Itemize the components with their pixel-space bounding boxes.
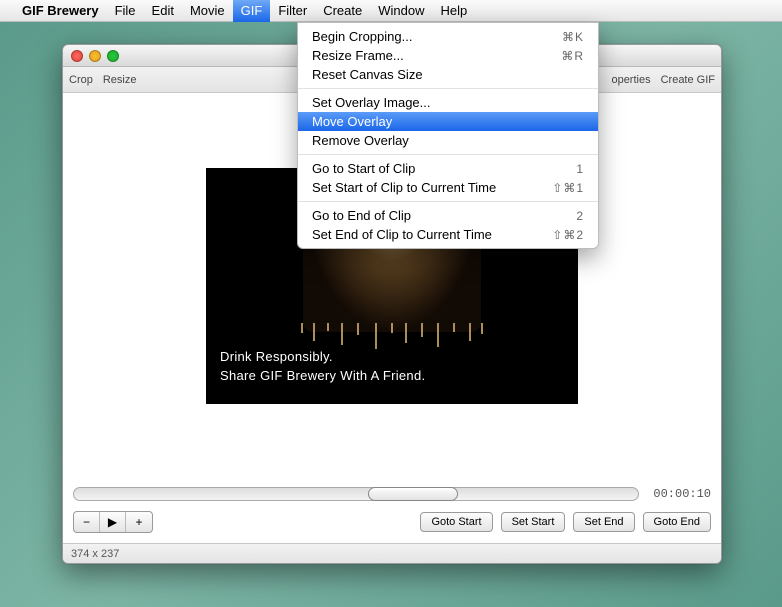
overlay-line-1: Drink Responsibly. bbox=[220, 348, 425, 367]
step-forward-button[interactable]: + bbox=[126, 512, 152, 532]
menuitem-move-overlay[interactable]: Move Overlay bbox=[298, 112, 598, 131]
toolbar-create-gif[interactable]: Create GIF bbox=[661, 74, 715, 86]
menuitem-set-start-of-clip[interactable]: Set Start of Clip to Current Time ⇧⌘1 bbox=[298, 178, 598, 197]
menuitem-label: Go to Start of Clip bbox=[312, 161, 576, 176]
timeline-thumb[interactable] bbox=[368, 487, 458, 501]
menuitem-shortcut: ⌘R bbox=[561, 49, 584, 63]
menu-edit[interactable]: Edit bbox=[144, 0, 182, 22]
overlay-line-2: Share GIF Brewery With A Friend. bbox=[220, 367, 425, 386]
menu-separator bbox=[298, 201, 598, 202]
step-segmented: − ▶ + bbox=[73, 511, 153, 533]
timecode-display: 00:00:10 bbox=[647, 487, 711, 501]
menuitem-set-overlay-image[interactable]: Set Overlay Image... bbox=[298, 93, 598, 112]
menuitem-label: Set Start of Clip to Current Time bbox=[312, 180, 552, 195]
menuitem-shortcut: ⇧⌘1 bbox=[552, 181, 584, 195]
menuitem-shortcut: 1 bbox=[576, 162, 584, 176]
menu-help[interactable]: Help bbox=[432, 0, 475, 22]
menuitem-goto-end-of-clip[interactable]: Go to End of Clip 2 bbox=[298, 206, 598, 225]
menu-window[interactable]: Window bbox=[370, 0, 432, 22]
minimize-button[interactable] bbox=[89, 50, 101, 62]
menu-separator bbox=[298, 154, 598, 155]
menuitem-label: Go to End of Clip bbox=[312, 208, 576, 223]
gif-menu-dropdown: Begin Cropping... ⌘K Resize Frame... ⌘R … bbox=[297, 22, 599, 249]
menuitem-shortcut: ⌘K bbox=[562, 30, 584, 44]
status-bar: 374 x 237 bbox=[63, 543, 721, 563]
timeline-scrubber[interactable] bbox=[73, 487, 639, 501]
menuitem-remove-overlay[interactable]: Remove Overlay bbox=[298, 131, 598, 150]
menuitem-shortcut: 2 bbox=[576, 209, 584, 223]
canvas-overlay-text: Drink Responsibly. Share GIF Brewery Wit… bbox=[220, 348, 425, 386]
menuitem-begin-cropping[interactable]: Begin Cropping... ⌘K bbox=[298, 27, 598, 46]
menuitem-goto-start-of-clip[interactable]: Go to Start of Clip 1 bbox=[298, 159, 598, 178]
toolbar-crop[interactable]: Crop bbox=[69, 74, 93, 86]
set-start-button[interactable]: Set Start bbox=[501, 512, 566, 532]
menu-gif[interactable]: GIF bbox=[233, 0, 271, 22]
menuitem-set-end-of-clip[interactable]: Set End of Clip to Current Time ⇧⌘2 bbox=[298, 225, 598, 244]
close-button[interactable] bbox=[71, 50, 83, 62]
step-back-button[interactable]: − bbox=[74, 512, 100, 532]
menuitem-label: Remove Overlay bbox=[312, 133, 584, 148]
play-button[interactable]: ▶ bbox=[100, 512, 126, 532]
zoom-button[interactable] bbox=[107, 50, 119, 62]
goto-end-button[interactable]: Goto End bbox=[643, 512, 711, 532]
menu-separator bbox=[298, 88, 598, 89]
menuitem-shortcut: ⇧⌘2 bbox=[552, 228, 584, 242]
toolbar-properties-partial[interactable]: operties bbox=[611, 74, 650, 86]
goto-start-button[interactable]: Goto Start bbox=[420, 512, 492, 532]
menu-movie[interactable]: Movie bbox=[182, 0, 233, 22]
controls-area: 00:00:10 − ▶ + Goto Start Set Start Set … bbox=[63, 479, 721, 543]
canvas-dimensions: 374 x 237 bbox=[71, 548, 119, 560]
set-end-button[interactable]: Set End bbox=[573, 512, 634, 532]
menuitem-label: Resize Frame... bbox=[312, 48, 561, 63]
toolbar-resize[interactable]: Resize bbox=[103, 74, 137, 86]
menuitem-reset-canvas-size[interactable]: Reset Canvas Size bbox=[298, 65, 598, 84]
menuitem-label: Reset Canvas Size bbox=[312, 67, 584, 82]
system-menubar: GIF Brewery File Edit Movie GIF Filter C… bbox=[0, 0, 782, 22]
menuitem-label: Set End of Clip to Current Time bbox=[312, 227, 552, 242]
menu-file[interactable]: File bbox=[107, 0, 144, 22]
menu-filter[interactable]: Filter bbox=[270, 0, 315, 22]
menuitem-label: Move Overlay bbox=[312, 114, 584, 129]
app-menu[interactable]: GIF Brewery bbox=[14, 0, 107, 22]
menu-create[interactable]: Create bbox=[315, 0, 370, 22]
menuitem-resize-frame[interactable]: Resize Frame... ⌘R bbox=[298, 46, 598, 65]
menuitem-label: Set Overlay Image... bbox=[312, 95, 584, 110]
menuitem-label: Begin Cropping... bbox=[312, 29, 562, 44]
